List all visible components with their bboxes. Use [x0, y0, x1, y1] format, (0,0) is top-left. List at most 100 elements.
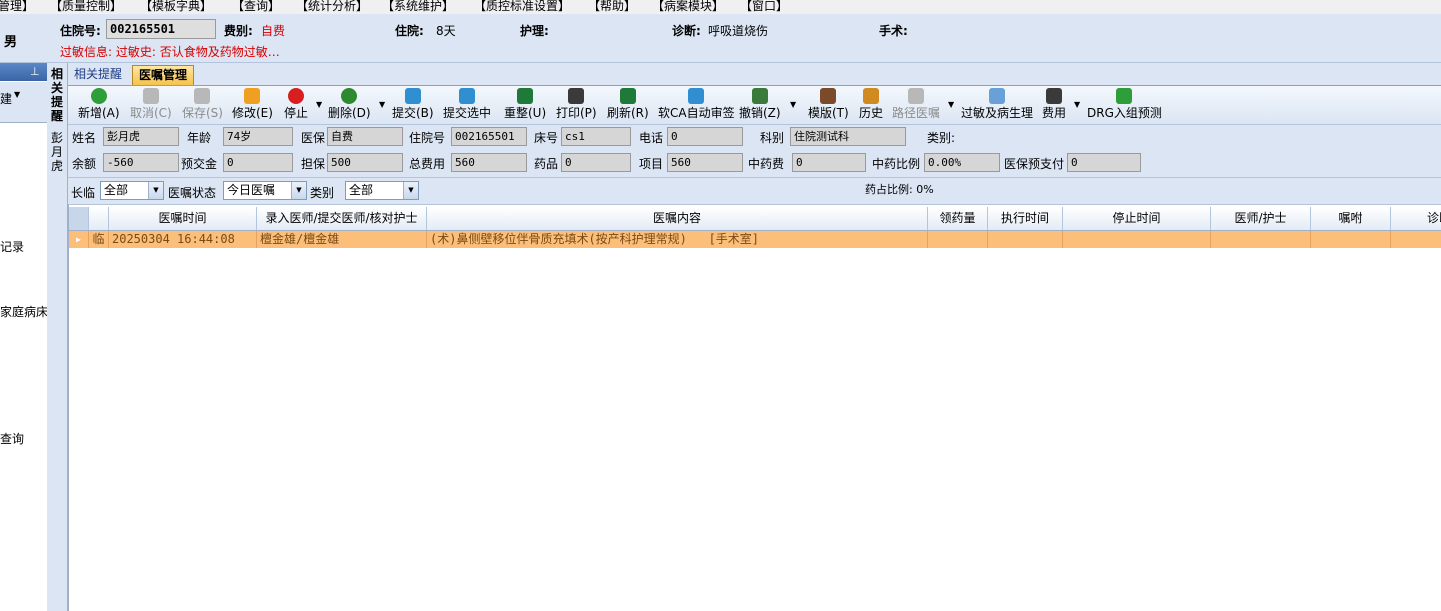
menu-window[interactable]: 【窗口】 — [740, 0, 788, 14]
toolbar: 新增(A) 取消(C) 保存(S) 修改(E) 停止 ▼ 删除(D) ▼ 提交(… — [68, 86, 1441, 125]
bed-field: cs1 — [561, 127, 631, 146]
row-doctor-nurse — [1211, 231, 1311, 248]
submit-button[interactable]: 提交(B) — [392, 88, 434, 122]
template-button[interactable]: 模版(T) — [808, 88, 849, 122]
menu-quality-control[interactable]: 【质量控制】 — [50, 0, 122, 14]
diagnosis-value: 呼吸道烧伤 — [708, 24, 769, 38]
care-label: 护理: — [520, 24, 549, 38]
menu-bar: 管理】 【质量控制】 【模板字典】 【查询】 【统计分析】 【系统维护】 【质控… — [0, 0, 1441, 14]
header-stop-time[interactable]: 停止时间 — [1063, 207, 1211, 230]
left-item-home-bed[interactable]: 家庭病床 — [0, 303, 47, 320]
delete-button[interactable]: 删除(D) — [328, 88, 371, 122]
allergy-button[interactable]: 过敏及病生理 — [961, 88, 1033, 122]
menu-case-module[interactable]: 【病案模块】 — [652, 0, 724, 14]
left-panel-subbar: 建 ▼ — [0, 82, 47, 123]
dept-field: 住院测试科 — [790, 127, 906, 146]
header-diagnosis[interactable]: 诊断 — [1391, 207, 1441, 230]
refresh-button[interactable]: 刷新(R) — [607, 88, 649, 122]
reorganize-icon — [517, 88, 534, 104]
table-row[interactable]: ▶ 临 20250304 16:44:08 檀金雄/檀金雄 (术)鼻侧壁移位伴骨… — [69, 231, 1441, 248]
delete-icon — [341, 88, 358, 104]
insurance-field: 自费 — [327, 127, 403, 146]
header-type[interactable] — [89, 207, 109, 230]
herbal-ratio-field: 0.00% — [924, 153, 1000, 172]
stay-label: 住院: — [395, 24, 424, 38]
stop-icon — [288, 88, 304, 104]
cancel-button[interactable]: 取消(C) — [130, 88, 172, 122]
add-icon — [90, 88, 107, 104]
add-button[interactable]: 新增(A) — [78, 88, 120, 122]
menu-system[interactable]: 【系统维护】 — [382, 0, 454, 14]
total-label: 总费用 — [409, 157, 446, 171]
fee-button[interactable]: 费用 — [1042, 88, 1066, 122]
fee-value: 自费 — [261, 24, 286, 38]
fee-dropdown-icon[interactable]: ▼ — [1074, 100, 1080, 109]
submit-selected-button[interactable]: 提交选中 — [443, 88, 491, 122]
diagnosis-label: 诊断: — [672, 24, 701, 38]
phone-label: 电话 — [639, 131, 664, 145]
header-doctors[interactable]: 录入医师/提交医师/核对护士 — [257, 207, 427, 230]
allergy-info: 过敏信息: 过敏史: 否认食物及药物过敏… — [60, 45, 280, 59]
ca-sign-button[interactable]: 软CA自动审签 — [658, 88, 735, 122]
row-doctors: 檀金雄/檀金雄 — [257, 231, 427, 248]
menu-help[interactable]: 【帮助】 — [588, 0, 636, 14]
name-field: 彭月虎 — [103, 127, 179, 146]
guarantee-field: 500 — [327, 153, 403, 172]
undo-icon — [142, 88, 159, 104]
drg-icon — [1116, 88, 1133, 104]
prepay-field: 0 — [223, 153, 293, 172]
admission-label: 住院号 — [409, 131, 446, 145]
patient-gender: 男 — [4, 35, 18, 50]
pathway-dropdown-icon[interactable]: ▼ — [948, 100, 954, 109]
chevron-down-icon[interactable]: ▼ — [14, 90, 20, 99]
vertical-patient-name: 彭月虎 — [50, 131, 63, 173]
stop-button[interactable]: 停止 — [284, 88, 308, 122]
header-content[interactable]: 医嘱内容 — [427, 207, 928, 230]
reorganize-button[interactable]: 重整(U) — [504, 88, 546, 122]
left-item-query[interactable]: 查询 — [0, 430, 24, 447]
row-exec-time — [988, 231, 1063, 248]
menu-qc-standard[interactable]: 【质控标准设置】 — [474, 0, 570, 14]
pathway-icon — [908, 88, 924, 104]
header-note[interactable]: 嘱咐 — [1311, 207, 1391, 230]
edit-button[interactable]: 修改(E) — [232, 88, 273, 122]
vertical-tab-reminder[interactable]: 相关提醒 — [50, 67, 64, 123]
grid-corner[interactable] — [69, 207, 89, 230]
menu-template-dict[interactable]: 【模板字典】 — [140, 0, 212, 14]
history-button[interactable]: 历史 — [859, 88, 883, 122]
insurance-prepay-field: 0 — [1067, 153, 1141, 172]
delete-dropdown-icon[interactable]: ▼ — [379, 100, 385, 109]
long-temp-select[interactable]: 全部 ▼ — [100, 181, 164, 200]
vertical-tab-strip: 相关提醒 彭月虎 — [47, 63, 68, 611]
left-panel-dropdown[interactable]: 建 — [0, 90, 12, 107]
status-select[interactable]: 今日医嘱 ▼ — [223, 181, 307, 200]
row-selector-arrow-icon[interactable]: ▶ — [69, 231, 89, 248]
left-item-records[interactable]: 记录 — [0, 238, 24, 255]
patient-header: 男 住院号: 002165501 费别: 自费 住院: 8天 护理: 诊断: 呼… — [0, 14, 1441, 63]
tab-order-management[interactable]: 医嘱管理 — [132, 65, 195, 85]
herbal-field: 0 — [792, 153, 866, 172]
menu-query[interactable]: 【查询】 — [232, 0, 280, 14]
header-qty[interactable]: 领药量 — [928, 207, 988, 230]
header-order-time[interactable]: 医嘱时间 — [109, 207, 257, 230]
menu-manage[interactable]: 管理】 — [0, 0, 34, 14]
edit-icon — [244, 88, 261, 104]
menu-statistics[interactable]: 【统计分析】 — [296, 0, 368, 14]
name-label: 姓名 — [72, 131, 97, 145]
revoke-dropdown-icon[interactable]: ▼ — [790, 100, 796, 109]
pathway-button[interactable]: 路径医嘱 — [892, 88, 940, 122]
stop-dropdown-icon[interactable]: ▼ — [316, 100, 322, 109]
header-exec-time[interactable]: 执行时间 — [988, 207, 1063, 230]
dept-label: 科别 — [760, 131, 785, 145]
tab-reminder[interactable]: 相关提醒 — [68, 65, 128, 84]
category-select[interactable]: 全部 ▼ — [345, 181, 419, 200]
row-diagnosis — [1391, 231, 1441, 248]
save-button[interactable]: 保存(S) — [182, 88, 223, 122]
drg-button[interactable]: DRG入组预测 — [1087, 88, 1162, 122]
pin-icon[interactable]: ⊥ — [30, 65, 40, 78]
print-button[interactable]: 打印(P) — [556, 88, 597, 122]
drug-label: 药品 — [534, 157, 559, 171]
chevron-down-icon: ▼ — [148, 182, 163, 199]
header-doctor-nurse[interactable]: 医师/护士 — [1211, 207, 1311, 230]
revoke-button[interactable]: 撤销(Z) — [739, 88, 781, 122]
